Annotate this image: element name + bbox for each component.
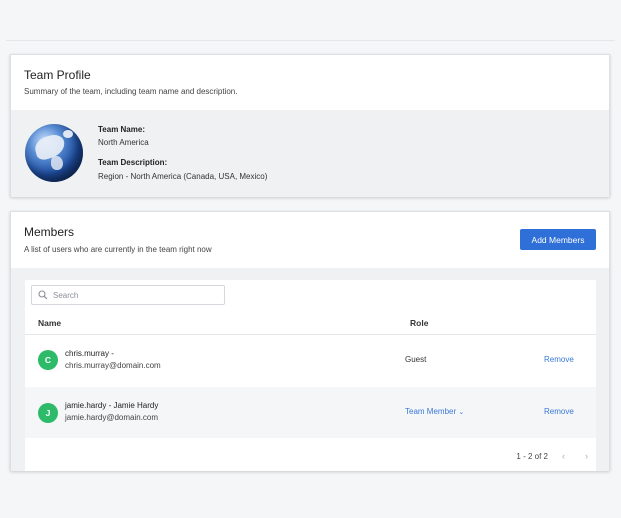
team-profile-body: Team Name: North America Team Descriptio… — [11, 110, 609, 197]
add-members-button[interactable]: Add Members — [520, 229, 596, 250]
members-card: Members A list of users who are currentl… — [10, 211, 610, 471]
table-row: J jamie.hardy - Jamie Hardy jamie.hardy@… — [25, 387, 596, 438]
search-icon — [38, 290, 48, 300]
member-email: chris.murray@domain.com — [65, 361, 161, 370]
member-email: jamie.hardy@domain.com — [65, 413, 159, 422]
member-name: chris.murray - — [65, 349, 114, 358]
members-body: Search Name Role C chris.murray - chris.… — [11, 268, 609, 471]
team-profile-title: Team Profile — [24, 68, 91, 82]
column-header-role[interactable]: Role — [410, 318, 428, 328]
team-profile-subtitle: Summary of the team, including team name… — [24, 87, 238, 96]
team-name-label: Team Name: — [98, 125, 145, 134]
pagination-range: 1 - 2 of 2 — [516, 451, 548, 461]
pagination: 1 - 2 of 2 ‹ › — [516, 451, 588, 461]
member-name: jamie.hardy - Jamie Hardy — [65, 401, 159, 410]
members-subtitle: A list of users who are currently in the… — [24, 245, 212, 254]
team-profile-card: Team Profile Summary of the team, includ… — [10, 54, 610, 197]
table-row: C chris.murray - chris.murray@domain.com… — [25, 335, 596, 386]
avatar: C — [38, 350, 58, 370]
team-description-label: Team Description: — [98, 158, 168, 167]
search-placeholder: Search — [53, 291, 79, 300]
remove-member-link[interactable]: Remove — [544, 355, 574, 364]
member-role: Guest — [405, 355, 427, 364]
members-table: Search Name Role C chris.murray - chris.… — [25, 280, 596, 471]
remove-member-link[interactable]: Remove — [544, 407, 574, 416]
column-header-name[interactable]: Name — [38, 318, 61, 328]
role-dropdown[interactable]: Team Member ⌄ — [405, 407, 464, 416]
chevron-left-icon[interactable]: ‹ — [562, 451, 565, 461]
search-input[interactable]: Search — [31, 285, 225, 305]
members-title: Members — [24, 225, 75, 239]
team-name-value: North America — [98, 138, 149, 147]
chevron-right-icon[interactable]: › — [585, 451, 588, 461]
team-globe-avatar — [25, 124, 83, 182]
avatar: J — [38, 403, 58, 423]
top-divider — [6, 40, 615, 41]
team-description-value: Region - North America (Canada, USA, Mex… — [98, 172, 268, 181]
chevron-down-icon: ⌄ — [458, 409, 465, 416]
role-dropdown-value: Team Member — [405, 407, 457, 416]
